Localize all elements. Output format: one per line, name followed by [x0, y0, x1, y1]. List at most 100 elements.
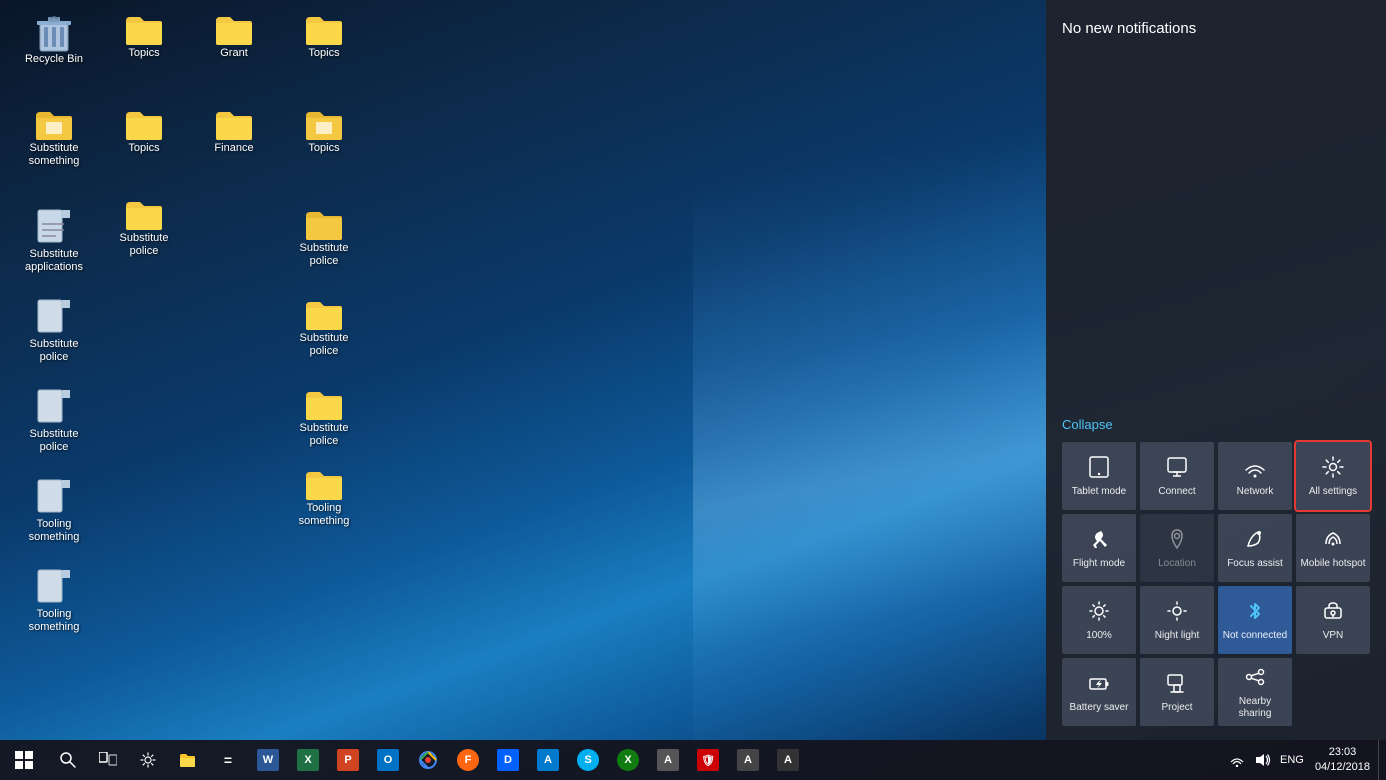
desktop-folder-4[interactable]: Substitute something — [14, 104, 94, 172]
desktop-folder-3[interactable]: Topics — [284, 9, 364, 64]
desktop-file-5[interactable]: Substitute police — [14, 384, 94, 458]
network-button[interactable]: Network — [1218, 442, 1292, 510]
night-light-button[interactable]: Night light — [1140, 586, 1214, 654]
network-tray-icon[interactable] — [1225, 748, 1249, 772]
settings-taskbar-button[interactable] — [128, 740, 168, 780]
desktop-file-6[interactable]: Tooling something — [14, 474, 94, 548]
chrome-taskbar-button[interactable] — [408, 740, 448, 780]
settings-taskbar-icon — [140, 752, 156, 768]
start-icon — [15, 751, 33, 769]
flight-mode-button[interactable]: Flight mode — [1062, 514, 1136, 582]
word-taskbar-button[interactable]: W — [248, 740, 288, 780]
vpn-label: VPN — [1323, 630, 1344, 642]
folder-6-label: Finance — [214, 142, 253, 155]
connect-icon — [1166, 456, 1188, 482]
file-2-label: Substitute police — [108, 232, 180, 258]
tablet-mode-icon — [1088, 456, 1110, 482]
desktop-folder-1[interactable]: Topics — [104, 9, 184, 64]
connect-button[interactable]: Connect — [1140, 442, 1214, 510]
desktop-folder-9[interactable]: Substitute police — [284, 384, 364, 452]
mobile-hotspot-button[interactable]: Mobile hotspot — [1296, 514, 1370, 582]
collapse-button[interactable]: Collapse — [1054, 411, 1121, 438]
app3-taskbar-button[interactable]: 🛡 — [688, 740, 728, 780]
location-button[interactable]: Location — [1140, 514, 1214, 582]
vpn-button[interactable]: VPN — [1296, 586, 1370, 654]
desktop-folder-2[interactable]: Grant — [194, 9, 274, 64]
brightness-label: 100% — [1086, 630, 1112, 642]
flight-mode-label: Flight mode — [1073, 558, 1125, 570]
firefox-taskbar-button[interactable]: F — [448, 740, 488, 780]
app1-taskbar-button[interactable]: A — [528, 740, 568, 780]
action-center-bottom: Collapse Tablet mode Connect — [1046, 401, 1386, 740]
all-settings-icon — [1322, 456, 1344, 482]
start-button[interactable] — [0, 740, 48, 780]
nearby-sharing-button[interactable]: Nearby sharing — [1218, 658, 1292, 726]
calculator-icon: = — [224, 752, 232, 768]
outlook-taskbar-button[interactable]: O — [368, 740, 408, 780]
dropbox-taskbar-button[interactable]: D — [488, 740, 528, 780]
app4-taskbar-button[interactable]: A — [728, 740, 768, 780]
brightness-button[interactable]: 100% — [1062, 586, 1136, 654]
search-button[interactable] — [48, 740, 88, 780]
focus-assist-button[interactable]: Focus assist — [1218, 514, 1292, 582]
focus-assist-icon — [1244, 528, 1266, 554]
action-center-panel: No new notifications Collapse Tablet mod… — [1046, 0, 1386, 740]
recycle-bin-icon[interactable]: Recycle Bin — [14, 9, 94, 70]
project-label: Project — [1161, 702, 1192, 714]
desktop-folder-7[interactable]: Topics — [284, 104, 364, 159]
powerpoint-taskbar-button[interactable]: P — [328, 740, 368, 780]
desktop-file-1[interactable]: Substitute applications — [14, 204, 94, 278]
folder-3-label: Topics — [308, 47, 339, 60]
project-button[interactable]: Project — [1140, 658, 1214, 726]
project-icon — [1166, 672, 1188, 698]
skype-taskbar-button[interactable]: S — [568, 740, 608, 780]
desktop-file-2[interactable]: Substitute police — [104, 194, 184, 262]
excel-taskbar-button[interactable]: X — [288, 740, 328, 780]
battery-saver-button[interactable]: Battery saver — [1062, 658, 1136, 726]
file-explorer-taskbar-button[interactable] — [168, 740, 208, 780]
volume-tray-icon[interactable] — [1251, 748, 1275, 772]
desktop-file-3[interactable]: Substitute police — [284, 204, 364, 272]
app2-taskbar-button[interactable]: A — [648, 740, 688, 780]
tablet-mode-button[interactable]: Tablet mode — [1062, 442, 1136, 510]
desktop-folder-10[interactable]: Tooling something — [284, 464, 364, 532]
notifications-empty-area — [1046, 48, 1386, 401]
folder-4-label: Substitute something — [18, 142, 90, 168]
location-icon — [1166, 528, 1188, 554]
app5-icon: A — [777, 749, 799, 771]
outlook-icon: O — [377, 749, 399, 771]
night-light-label: Night light — [1155, 630, 1199, 642]
action-center-header: No new notifications — [1046, 0, 1386, 48]
desktop-file-7[interactable]: Tooling something — [14, 564, 94, 638]
xbox-icon: X — [617, 749, 639, 771]
desktop-folder-8[interactable]: Substitute police — [284, 294, 364, 362]
folder-8-label: Substitute police — [288, 332, 360, 358]
app5-taskbar-button[interactable]: A — [768, 740, 808, 780]
show-desktop-button[interactable] — [1378, 740, 1386, 780]
bluetooth-button[interactable]: Not connected — [1218, 586, 1292, 654]
desktop-file-4[interactable]: Substitute police — [14, 294, 94, 368]
recycle-bin-svg — [36, 13, 72, 53]
folder-2-label: Grant — [220, 47, 248, 60]
xbox-taskbar-button[interactable]: X — [608, 740, 648, 780]
folder-9-label: Substitute police — [288, 422, 360, 448]
firefox-icon: F — [457, 749, 479, 771]
search-icon — [60, 752, 76, 768]
all-settings-button[interactable]: All settings — [1296, 442, 1370, 510]
recycle-bin-label: Recycle Bin — [25, 53, 83, 66]
nearby-sharing-icon — [1244, 666, 1266, 692]
taskbar: = W X P O F — [0, 740, 1386, 780]
clock[interactable]: 23:03 04/12/2018 — [1307, 745, 1378, 776]
desktop-folder-6[interactable]: Finance — [194, 104, 274, 159]
file-explorer-icon — [179, 752, 197, 768]
connect-label: Connect — [1158, 486, 1195, 498]
task-view-button[interactable] — [88, 740, 128, 780]
nearby-sharing-label: Nearby sharing — [1222, 696, 1288, 720]
focus-assist-label: Focus assist — [1227, 558, 1283, 570]
powerpoint-icon: P — [337, 749, 359, 771]
desktop-folder-5[interactable]: Topics — [104, 104, 184, 159]
calculator-taskbar-button[interactable]: = — [208, 740, 248, 780]
folder-5-label: Topics — [128, 142, 159, 155]
eng-label[interactable]: ENG — [1277, 748, 1307, 772]
clock-date: 04/12/2018 — [1315, 760, 1370, 775]
